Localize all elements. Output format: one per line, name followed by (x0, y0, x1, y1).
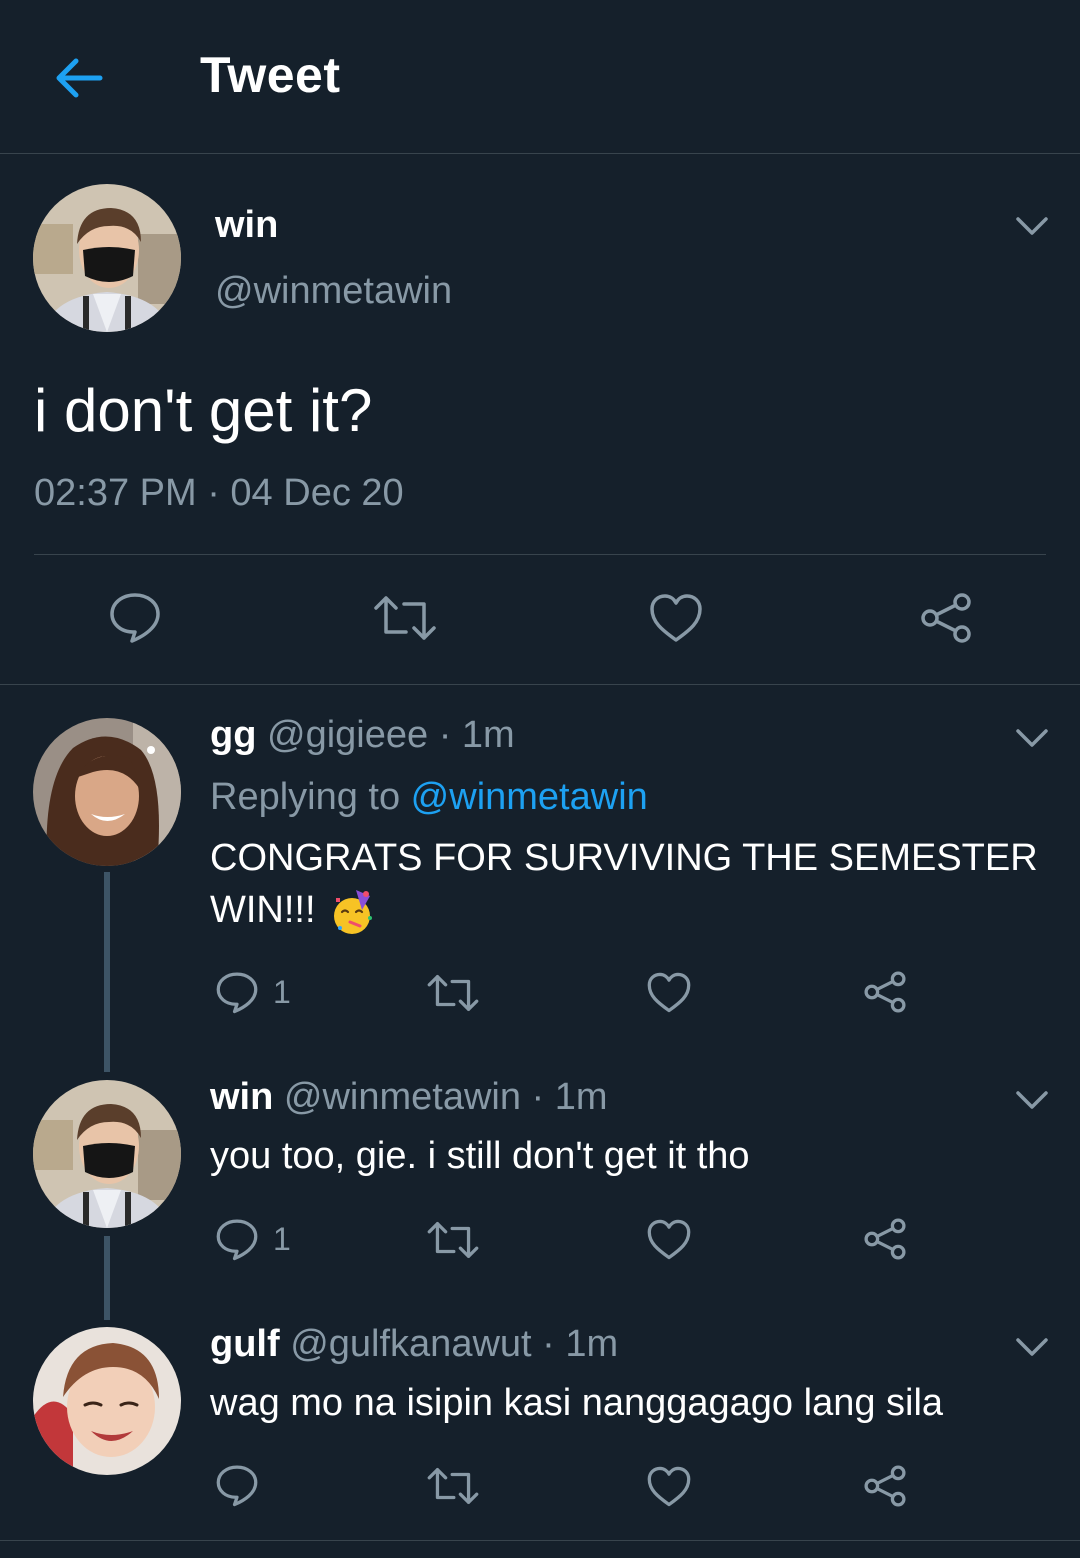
reply-time[interactable]: 1m (555, 1076, 608, 1118)
reply-icon (216, 1465, 258, 1507)
retweet-button[interactable] (426, 1220, 480, 1260)
reply-count: 1 (273, 973, 291, 1010)
chevron-down-icon[interactable] (1014, 1335, 1050, 1359)
reply-button[interactable]: 1 (215, 970, 291, 1014)
like-icon (647, 1466, 691, 1507)
divider (34, 554, 1046, 555)
username[interactable]: @winmetawin (284, 1076, 521, 1118)
divider (0, 684, 1080, 685)
like-button[interactable] (646, 1465, 692, 1508)
replying-to: Replying to @winmetawin (210, 776, 648, 819)
reply-text-line: WIN!!! (210, 889, 316, 931)
like-button[interactable] (646, 971, 692, 1014)
share-icon (864, 971, 906, 1013)
back-arrow-icon (56, 58, 103, 98)
reply-icon (110, 593, 160, 643)
display-name[interactable]: gulf (210, 1323, 280, 1365)
chevron-down-icon[interactable] (1014, 214, 1050, 238)
tweet-text: i don't get it? (34, 377, 373, 444)
share-button[interactable] (862, 969, 908, 1015)
reply-button[interactable] (215, 1463, 259, 1507)
thread-line (104, 1236, 110, 1320)
like-button[interactable] (646, 1218, 692, 1261)
avatar[interactable] (33, 184, 181, 332)
tweet-timestamp[interactable]: 02:37 PM · 04 Dec 20 (34, 472, 404, 515)
reply-button[interactable] (108, 590, 162, 644)
reply-time[interactable]: 1m (462, 714, 515, 756)
retweet-button[interactable] (426, 973, 480, 1013)
page-title: Tweet (200, 47, 341, 103)
retweet-icon (427, 975, 479, 1011)
display-name[interactable]: gg (210, 714, 256, 756)
mention-link[interactable]: @winmetawin (411, 776, 648, 818)
reply-text: you too, gie. i still don't get it tho (210, 1135, 750, 1177)
replying-to-label: Replying to (210, 776, 411, 818)
separator: · (428, 714, 462, 756)
chevron-down-icon[interactable] (1014, 726, 1050, 750)
share-button[interactable] (862, 1463, 908, 1509)
like-icon (650, 594, 702, 642)
separator: · (520, 1076, 555, 1118)
avatar[interactable] (33, 718, 181, 866)
avatar[interactable] (33, 1080, 181, 1228)
reply-header: gg @gigieee · 1m (210, 714, 515, 757)
reply-text-line: CONGRATS FOR SURVIVING THE SEMESTER (210, 837, 1038, 879)
like-button[interactable] (648, 592, 704, 644)
reply-count: 1 (273, 1220, 291, 1257)
retweet-icon (427, 1221, 479, 1258)
reply-icon (216, 1219, 258, 1261)
avatar[interactable] (33, 1327, 181, 1475)
reply-text: CONGRATS FOR SURVIVING THE SEMESTER WIN!… (210, 834, 1050, 936)
share-icon (864, 1465, 906, 1507)
like-icon (647, 972, 691, 1013)
back-button[interactable] (48, 50, 108, 106)
reply-text: wag mo na isipin kasi nanggagago lang si… (210, 1382, 944, 1424)
username[interactable]: @winmetawin (215, 270, 452, 313)
retweet-button[interactable] (426, 1466, 480, 1506)
reply-header: gulf @gulfkanawut · 1m (210, 1323, 618, 1366)
display-name[interactable]: win (215, 204, 278, 247)
username[interactable]: @gigieee (267, 714, 428, 756)
display-name[interactable]: win (210, 1076, 273, 1118)
reply-button[interactable]: 1 (215, 1217, 291, 1261)
like-icon (647, 1219, 691, 1260)
retweet-icon (427, 1467, 479, 1504)
share-icon (921, 593, 971, 643)
top-bar: Tweet (0, 0, 1080, 154)
share-icon (864, 1218, 906, 1260)
separator: · (531, 1323, 566, 1365)
reply-icon (216, 972, 258, 1014)
reply-header: win @winmetawin · 1m (210, 1076, 608, 1119)
partying-face-icon (334, 889, 373, 934)
username[interactable]: @gulfkanawut (290, 1323, 531, 1365)
retweet-icon (374, 596, 436, 640)
thread-line (104, 872, 110, 1072)
reply-time[interactable]: 1m (565, 1323, 618, 1365)
retweet-button[interactable] (372, 594, 438, 642)
divider (0, 1540, 1080, 1541)
share-button[interactable] (862, 1216, 908, 1262)
share-button[interactable] (918, 590, 974, 646)
chevron-down-icon[interactable] (1014, 1088, 1050, 1112)
